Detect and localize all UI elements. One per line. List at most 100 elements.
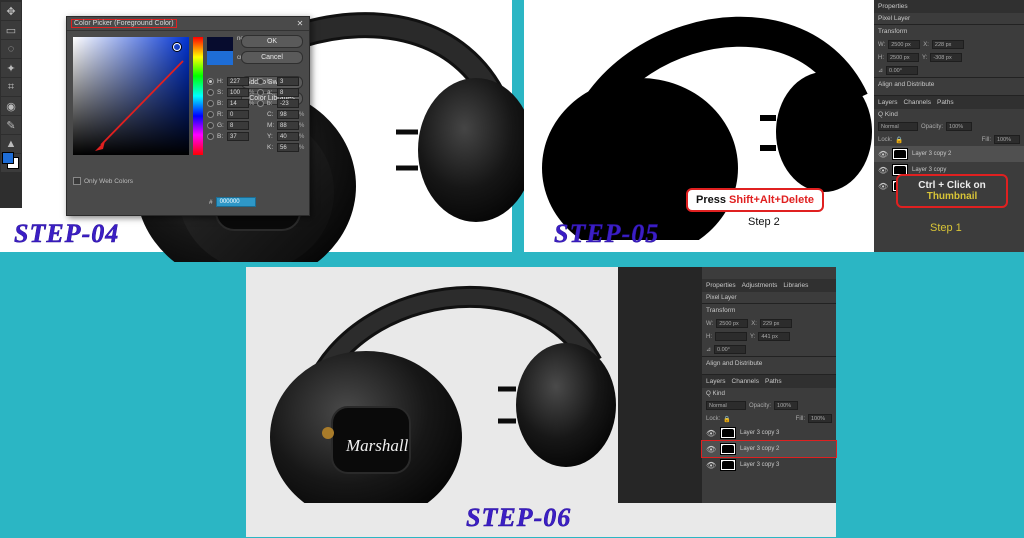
input-m[interactable]: 88 xyxy=(277,121,299,130)
layer-thumbnail[interactable] xyxy=(720,427,736,439)
ok-button[interactable]: OK xyxy=(241,35,303,48)
input-x[interactable]: 228 px xyxy=(932,40,964,49)
channels-tab[interactable]: Channels xyxy=(904,99,931,106)
layer-thumbnail[interactable] xyxy=(720,443,736,455)
radio-bl[interactable] xyxy=(207,133,214,140)
visibility-icon[interactable]: 👁 xyxy=(706,429,716,438)
fill-input[interactable]: 100% xyxy=(808,414,832,423)
ps-right-panels: Properties Pixel Layer Transform W:2500 … xyxy=(874,0,1024,252)
input-l[interactable]: 3 xyxy=(277,77,299,86)
ps-dark-gutter xyxy=(618,267,632,503)
hex-row: # 000000 xyxy=(209,197,256,207)
radio-r[interactable] xyxy=(207,111,214,118)
input-c[interactable]: 98 xyxy=(277,110,299,119)
layer-filter-kind[interactable]: Q Kind xyxy=(706,390,725,397)
input-y[interactable]: 441 px xyxy=(758,332,790,341)
wand-tool-icon[interactable]: ✦ xyxy=(1,59,21,77)
input-b[interactable]: 14 xyxy=(227,99,249,108)
only-web-colors-checkbox[interactable]: Only Web Colors xyxy=(73,177,133,185)
layer-row-highlighted[interactable]: 👁 Layer 3 copy 2 xyxy=(702,441,836,457)
lasso-tool-icon[interactable]: ◌ xyxy=(1,40,21,58)
input-r[interactable]: 0 xyxy=(227,110,249,119)
step-05-label: STEP-05 xyxy=(554,219,659,249)
layer-row[interactable]: 👁 Layer 3 copy 3 xyxy=(702,457,836,473)
marquee-tool-icon[interactable]: ▭ xyxy=(1,21,21,39)
color-field-cursor xyxy=(173,43,181,51)
radio-s[interactable] xyxy=(207,89,214,96)
input-bl[interactable]: 37 xyxy=(227,132,249,141)
layer-thumbnail[interactable] xyxy=(720,459,736,471)
transform-section: Transform xyxy=(874,24,1024,38)
properties-tab[interactable]: Properties xyxy=(706,282,736,289)
blend-mode-select[interactable]: Normal xyxy=(878,122,918,131)
dialog-title: Color Picker (Foreground Color) xyxy=(71,19,177,28)
hue-slider[interactable] xyxy=(193,37,203,155)
fg-color-swatch[interactable] xyxy=(2,152,14,164)
lock-icon[interactable]: 🔒 xyxy=(895,136,903,144)
input-s[interactable]: 100 xyxy=(227,88,249,97)
close-icon[interactable]: ✕ xyxy=(295,19,305,29)
input-bb[interactable]: -23 xyxy=(277,99,299,108)
input-k[interactable]: 56 xyxy=(277,143,299,152)
callout-press-combo: Shift+Alt+Delete xyxy=(729,194,814,206)
input-h[interactable] xyxy=(715,332,747,341)
input-y[interactable]: -308 px xyxy=(930,53,962,62)
checkbox-icon[interactable] xyxy=(73,177,81,185)
lock-icon[interactable]: 🔒 xyxy=(723,415,731,423)
layer-row[interactable]: 👁 Layer 3 copy 2 xyxy=(874,146,1024,162)
hex-prefix: # xyxy=(209,199,213,206)
radio-g[interactable] xyxy=(207,122,214,129)
input-w[interactable]: 2500 px xyxy=(716,319,748,328)
paths-tab[interactable]: Paths xyxy=(937,99,954,106)
input-h[interactable]: 227 xyxy=(227,77,249,86)
input-w[interactable]: 2500 px xyxy=(888,40,920,49)
hex-input[interactable]: 000000 xyxy=(216,197,256,207)
eyedrop-tool-icon[interactable]: ◉ xyxy=(1,97,21,115)
visibility-icon[interactable]: 👁 xyxy=(878,166,888,175)
properties-tab[interactable]: Properties xyxy=(874,0,1024,13)
input-a[interactable]: 8 xyxy=(277,88,299,97)
callout-line1: Ctrl + Click on xyxy=(906,180,998,191)
callout-line2: Thumbnail xyxy=(906,191,998,202)
cancel-button[interactable]: Cancel xyxy=(241,51,303,64)
input-angle[interactable]: 0.00° xyxy=(886,66,918,75)
visibility-icon[interactable]: 👁 xyxy=(878,150,888,159)
libraries-tab[interactable]: Libraries xyxy=(783,282,808,289)
channels-tab[interactable]: Channels xyxy=(732,378,759,385)
panel-step-06: Marshall Grayscale Properties Adjustment… xyxy=(246,267,836,537)
visibility-icon[interactable]: 👁 xyxy=(878,182,888,191)
brush-tool-icon[interactable]: ✎ xyxy=(1,116,21,134)
opacity-input[interactable]: 100% xyxy=(774,401,798,410)
input-x[interactable]: 229 px xyxy=(760,319,792,328)
input-g[interactable]: 8 xyxy=(227,121,249,130)
visibility-icon[interactable]: 👁 xyxy=(706,461,716,470)
layer-row[interactable]: 👁 Layer 3 copy 3 xyxy=(702,425,836,441)
radio-l[interactable] xyxy=(257,78,264,85)
move-tool-icon[interactable]: ✥ xyxy=(1,2,21,20)
radio-b[interactable] xyxy=(207,100,214,107)
layers-tab[interactable]: Layers xyxy=(878,99,898,106)
fill-input[interactable]: 100% xyxy=(994,135,1020,144)
radio-h[interactable] xyxy=(207,78,214,85)
paths-tab[interactable]: Paths xyxy=(765,378,782,385)
fg-bg-swatch[interactable] xyxy=(0,150,22,170)
input-h[interactable]: 2500 px xyxy=(887,53,919,62)
color-field[interactable] xyxy=(73,37,189,155)
radio-a[interactable] xyxy=(257,89,264,96)
layer-filter-kind[interactable]: Q Kind xyxy=(878,111,898,118)
align-section: Align and Distribute xyxy=(874,77,1024,91)
adjustments-tab[interactable]: Adjustments xyxy=(742,282,778,289)
align-section: Align and Distribute xyxy=(702,356,836,370)
crop-tool-icon[interactable]: ⌗ xyxy=(1,78,21,96)
visibility-icon[interactable]: 👁 xyxy=(706,445,716,454)
radio-bb[interactable] xyxy=(257,100,264,107)
input-y[interactable]: 40 xyxy=(277,132,299,141)
layers-tab[interactable]: Layers xyxy=(706,378,726,385)
opacity-input[interactable]: 100% xyxy=(946,122,972,131)
layer-name: Layer 3 copy 3 xyxy=(740,430,779,436)
layer-thumbnail[interactable] xyxy=(892,148,908,160)
layer-name: Layer 3 copy 2 xyxy=(912,151,951,157)
blend-mode-select[interactable]: Normal xyxy=(706,401,746,410)
svg-text:Marshall: Marshall xyxy=(345,436,409,455)
input-angle[interactable]: 0.00° xyxy=(714,345,746,354)
